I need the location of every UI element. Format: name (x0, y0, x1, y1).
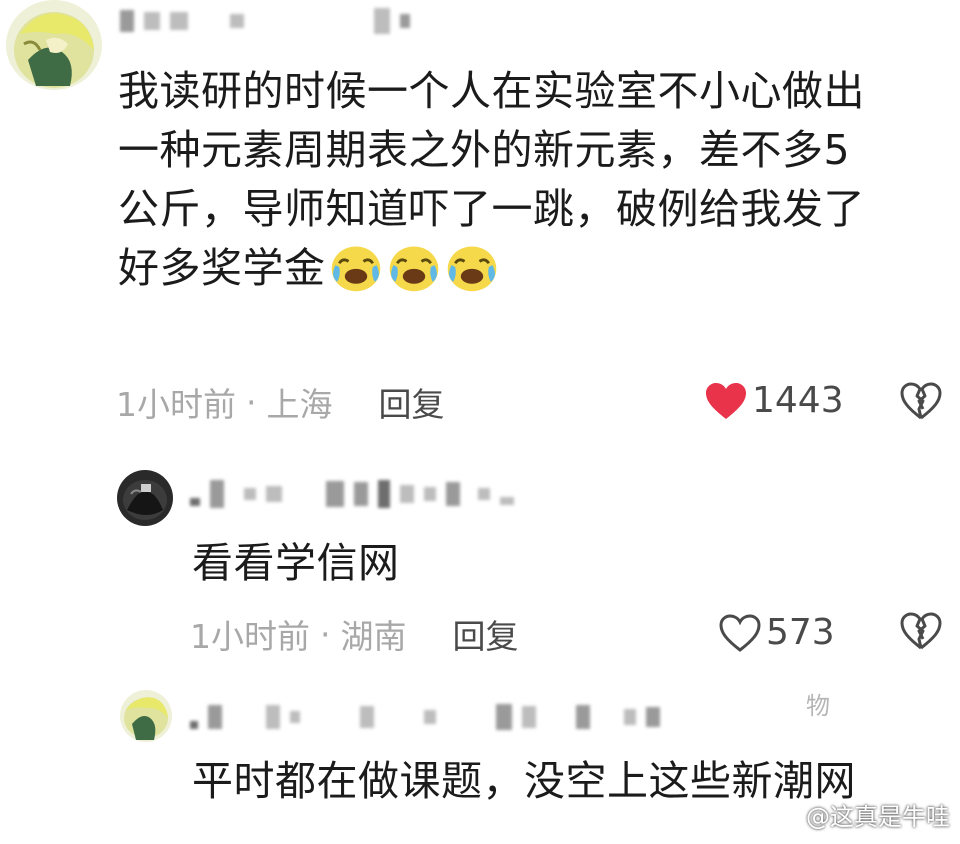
comment-location: 湖南 (340, 617, 407, 656)
comment-line: 好多奖学金 (118, 239, 948, 299)
reply-button[interactable]: 回复 (379, 378, 445, 426)
crying-laughing-emoji-icon (447, 246, 496, 292)
comment-item: 看看学信网 1小时前 · 湖南 回复 573 (0, 460, 960, 670)
avatar[interactable] (120, 690, 172, 742)
comment-meta: 1小时前 · 湖南 回复 (190, 610, 519, 658)
meta-separator: · (246, 382, 257, 422)
reply-button[interactable]: 回复 (453, 610, 519, 658)
username-blurred[interactable] (190, 480, 514, 508)
comment-line: 一种元素周期表之外的新元素，差不多5 (118, 126, 851, 174)
comment-line: 我读研的时候一个人在实验室不小心做出 (118, 67, 865, 115)
comment-meta: 1小时前 · 上海 回复 (116, 378, 445, 426)
heart-filled-icon (706, 382, 746, 419)
comment-body: 看看学信网 (192, 539, 400, 587)
comment-location: 上海 (266, 385, 333, 424)
comment-item: 我读研的时候一个人在实验室不小心做出 一种元素周期表之外的新元素，差不多5 公斤… (0, 0, 960, 440)
broken-heart-icon[interactable] (900, 382, 942, 420)
like-button[interactable]: 573 (718, 612, 835, 653)
crying-laughing-emoji-icon (331, 246, 380, 292)
comment-time: 1小时前 (190, 617, 310, 656)
comment-body: 平时都在做课题，没空上这些新潮网 (192, 757, 856, 805)
username-blurred[interactable] (190, 704, 660, 730)
comment-time: 1小时前 (116, 385, 236, 424)
meta-separator: · (320, 614, 331, 654)
watermark: @这真是牛哇 (772, 797, 950, 832)
like-button[interactable]: 1443 (704, 380, 844, 421)
username-blurred[interactable] (120, 8, 410, 34)
watermark-text: @这真是牛哇 (806, 803, 950, 831)
comment-line: 公斤，导师知道吓了一跳，破例给我发了 (118, 185, 865, 233)
comment-body: 我读研的时候一个人在实验室不小心做出 一种元素周期表之外的新元素，差不多5 公斤… (118, 62, 948, 299)
weibo-logo-icon (772, 804, 802, 827)
avatar[interactable] (117, 470, 173, 526)
avatar[interactable] (6, 0, 102, 90)
like-count: 1443 (752, 380, 844, 421)
cropped-text-fragment: 物 (806, 692, 830, 720)
like-count: 573 (766, 612, 835, 653)
crying-laughing-emoji-icon (389, 246, 438, 292)
comment-thread: 我读研的时候一个人在实验室不小心做出 一种元素周期表之外的新元素，差不多5 公斤… (0, 0, 960, 844)
broken-heart-icon[interactable] (900, 612, 942, 650)
heart-outline-icon (719, 613, 761, 652)
